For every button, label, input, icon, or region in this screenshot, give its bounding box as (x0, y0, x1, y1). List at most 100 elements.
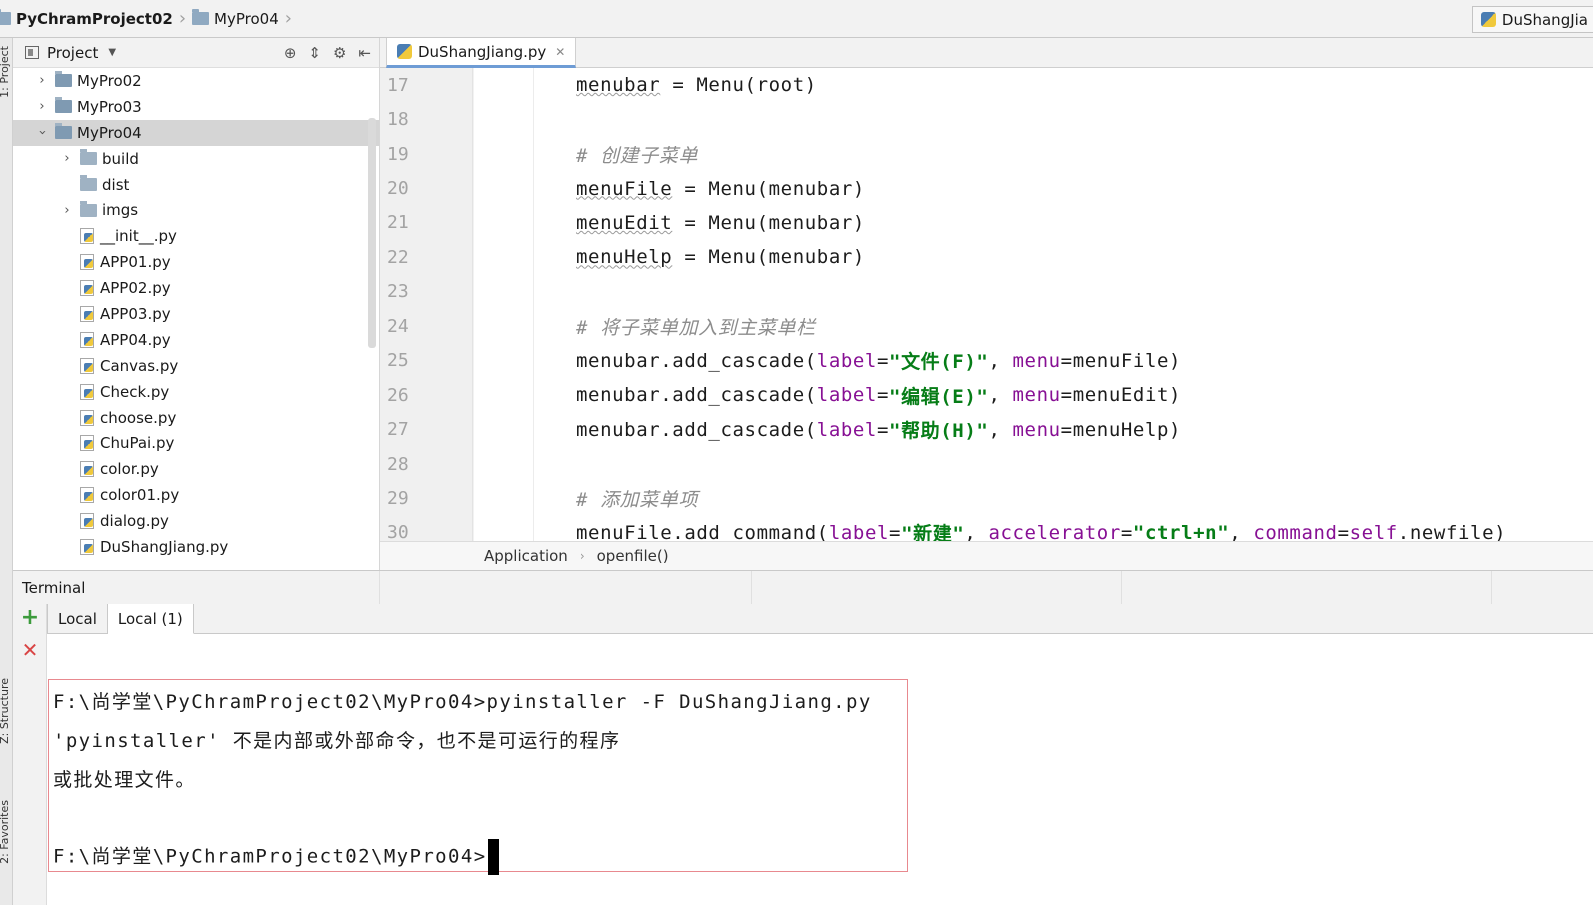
code-token: label (816, 384, 877, 407)
folder-icon (80, 175, 97, 191)
tree-item[interactable]: › build (13, 146, 379, 172)
close-session-icon[interactable]: ✕ (20, 640, 40, 660)
tree-item[interactable]: › MyPro04 (13, 119, 379, 146)
code-token: = (889, 521, 902, 541)
line-number: 17 (387, 74, 409, 96)
chevron-right-icon[interactable]: › (35, 73, 49, 88)
line-number: 18 (387, 109, 409, 131)
folder-icon (55, 97, 72, 114)
terminal-line: 或批处理文件。 (53, 769, 196, 791)
line-number: 23 (387, 281, 409, 303)
breadcrumb-method[interactable]: openfile() (597, 547, 669, 565)
terminal-panel: Terminal + ✕ Local Local (1) F:\尚学堂\PyCh… (13, 570, 1593, 905)
folder-icon (55, 71, 72, 88)
editor-tab-dushangjiang[interactable]: DuShangJiang.py ✕ (386, 38, 577, 68)
tree-item[interactable]: APP03.py (13, 301, 379, 327)
project-icon (25, 46, 39, 59)
tree-item[interactable]: dialog.py (13, 508, 379, 534)
tree-item-label: MyPro03 (77, 97, 142, 116)
tree-item[interactable]: Check.py (13, 379, 379, 405)
code-line: menuHelp = Menu(menubar) (474, 240, 1593, 274)
tree-item[interactable]: Canvas.py (13, 353, 379, 379)
tree-item[interactable]: color.py (13, 456, 379, 482)
code-token: menu (1012, 418, 1061, 441)
terminal-tab-local[interactable]: Local (47, 604, 108, 634)
project-scrollbar[interactable] (368, 118, 376, 348)
gear-icon[interactable]: ⚙ (333, 44, 346, 62)
nav-crumb-module-label: MyPro04 (214, 9, 279, 28)
code-token: , (988, 418, 1013, 441)
code-token: , (988, 349, 1013, 372)
hide-panel-icon[interactable]: ⇤ (358, 44, 371, 62)
terminal-output[interactable]: F:\尚学堂\PyChramProject02\MyPro04>pyinstal… (47, 635, 1593, 905)
tree-item[interactable]: APP01.py (13, 249, 379, 275)
python-file-icon (80, 487, 94, 504)
line-number: 25 (387, 350, 409, 372)
terminal-tab-local-1[interactable]: Local (1) (107, 604, 194, 634)
editor-tab-label: DuShangJiang.py (418, 42, 547, 61)
terminal-prompt-line[interactable]: F:\尚学堂\PyChramProject02\MyPro04> (53, 839, 499, 875)
line-number: 30 (387, 522, 409, 541)
tree-item[interactable]: choose.py (13, 405, 379, 431)
chevron-right-icon[interactable]: › (60, 203, 74, 218)
code-editor[interactable]: menubar = Menu(root) # 创建子菜单 menuFile = Me… (474, 68, 1593, 541)
tree-item[interactable]: dist (13, 172, 379, 198)
tree-item-label: __init__.py (100, 227, 177, 246)
line-number: 22 (387, 246, 409, 268)
code-token: = (876, 384, 890, 407)
code-token: menu (1012, 349, 1061, 372)
locate-icon[interactable]: ⊕ (284, 44, 297, 62)
divider (751, 571, 752, 604)
tree-item[interactable]: DuShangJiang.py (13, 534, 379, 560)
project-panel-header: Project ▼ ⊕ ⇕ ⚙ ⇤ (13, 38, 379, 68)
line-number: 24 (387, 315, 409, 337)
tree-item[interactable]: › MyPro03 (13, 94, 379, 120)
code-token: =menuEdit) (1060, 384, 1182, 407)
folder-icon (192, 9, 210, 25)
nav-crumb-project[interactable]: PyChramProject02 (0, 0, 179, 38)
tree-item[interactable]: ChuPai.py (13, 430, 379, 456)
project-panel-title[interactable]: Project (47, 44, 98, 62)
code-line: menuFile.add_command(label = "新建", acceler… (474, 516, 1593, 541)
run-configuration-selector[interactable]: DuShangJia (1471, 6, 1593, 33)
tree-item[interactable]: APP02.py (13, 275, 379, 301)
tree-item-label: APP04.py (100, 330, 171, 349)
tree-item[interactable]: › MyPro02 (13, 68, 379, 94)
chevron-down-icon[interactable]: ▼ (108, 47, 116, 58)
new-session-plus-icon[interactable]: + (20, 607, 40, 629)
python-file-icon (80, 409, 94, 426)
python-file-icon (80, 228, 94, 245)
code-token: label (816, 418, 877, 441)
code-token: .newfile) (1397, 521, 1507, 541)
tree-item-label: APP03.py (100, 304, 171, 323)
collapse-all-icon[interactable]: ⇕ (308, 44, 321, 62)
tree-item[interactable]: APP04.py (13, 327, 379, 353)
chevron-down-icon[interactable]: › (35, 126, 50, 140)
code-line: menuEdit = Menu(menubar) (474, 206, 1593, 240)
nav-crumb-module[interactable]: MyPro04 (190, 0, 285, 38)
tree-item-label: MyPro04 (77, 123, 142, 142)
code-token: , (964, 521, 989, 541)
tree-item[interactable]: __init__.py (13, 223, 379, 249)
code-token: accelerator (988, 521, 1121, 541)
divider (1491, 571, 1492, 604)
line-number: 29 (387, 487, 409, 509)
tree-item[interactable]: › imgs (13, 197, 379, 223)
breadcrumb-class[interactable]: Application (484, 547, 568, 565)
code-token: = Menu(menubar) (672, 177, 865, 200)
tree-item[interactable]: color01.py (13, 482, 379, 508)
code-token: = (1120, 521, 1133, 541)
favorites-tool-window-button[interactable]: 2: Favorites (0, 800, 11, 864)
left-tool-strip: 1: Project Z: Structure 2: Favorites (0, 38, 13, 905)
terminal-title: Terminal (22, 578, 86, 597)
chevron-right-icon[interactable]: › (35, 99, 49, 114)
terminal-tabs: Local Local (1) (47, 604, 1593, 634)
chevron-right-icon[interactable]: › (60, 151, 74, 166)
python-file-icon (80, 435, 94, 452)
code-token: = Menu(menubar) (672, 211, 865, 234)
close-icon[interactable]: ✕ (555, 45, 565, 59)
structure-tool-window-button[interactable]: Z: Structure (0, 678, 11, 744)
project-tool-window-button[interactable]: 1: Project (0, 46, 11, 98)
